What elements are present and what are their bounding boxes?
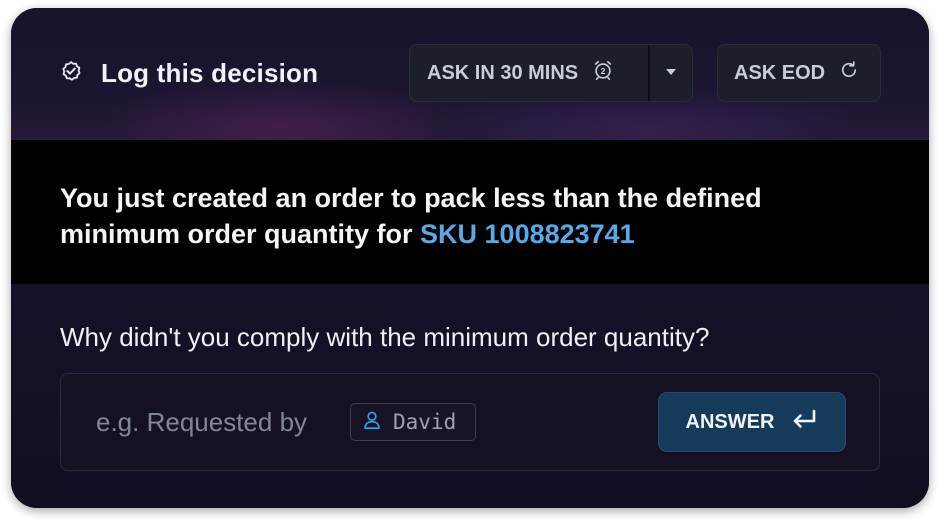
caret-down-icon xyxy=(664,64,678,82)
answer-input[interactable]: e.g. Requested by David ANSWER xyxy=(60,373,880,471)
ask-eod-button[interactable]: ASK EOD xyxy=(717,44,881,102)
user-chip-name: David xyxy=(393,410,457,434)
check-badge-icon xyxy=(59,59,83,88)
alarm-clock-icon: 2 xyxy=(592,59,614,87)
ask-later-split-button: ASK IN 30 MINS 2 xyxy=(409,44,693,102)
ask-in-30-mins-button[interactable]: ASK IN 30 MINS 2 xyxy=(410,45,648,101)
page-title: Log this decision xyxy=(101,58,319,88)
answer-label: ANSWER xyxy=(685,410,775,433)
svg-text:2: 2 xyxy=(601,66,606,76)
card-header: Log this decision ASK IN 30 MINS 2 ASK E… xyxy=(11,8,929,140)
question-label: Why didn't you comply with the minimum o… xyxy=(60,322,710,352)
decision-card: Log this decision ASK IN 30 MINS 2 ASK E… xyxy=(11,8,929,508)
user-icon xyxy=(361,409,383,436)
ask-eod-label: ASK EOD xyxy=(734,61,826,84)
ask-later-label: ASK IN 30 MINS xyxy=(427,61,579,84)
user-chip[interactable]: David xyxy=(350,403,476,441)
answer-button[interactable]: ANSWER xyxy=(658,392,846,452)
enter-icon xyxy=(790,408,818,436)
sku-link[interactable]: SKU 1008823741 xyxy=(420,219,635,249)
refresh-icon xyxy=(839,60,859,86)
message-body: You just created an order to pack less t… xyxy=(60,183,762,249)
ask-later-menu-button[interactable] xyxy=(650,45,692,101)
answer-placeholder: e.g. Requested by xyxy=(96,407,308,437)
message-text: You just created an order to pack less t… xyxy=(60,180,860,252)
decision-message: You just created an order to pack less t… xyxy=(11,140,929,284)
title-group: Log this decision xyxy=(59,58,318,89)
answer-section: Why didn't you comply with the minimum o… xyxy=(11,284,929,508)
